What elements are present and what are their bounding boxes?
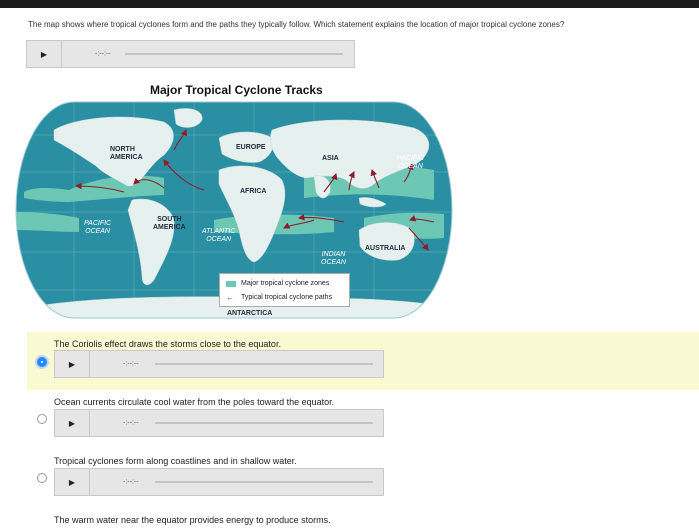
choice-1-radio[interactable] [37, 357, 47, 367]
label-africa: AFRICA [240, 188, 267, 195]
audio-time: -:--:-- [123, 360, 139, 368]
path-arrow-icon: ← [226, 292, 234, 302]
label-pacific-ocean-left: PACIFIC OCEAN [84, 220, 112, 235]
label-asia: ASIA [322, 155, 339, 162]
audio-time: -:--:-- [123, 419, 139, 427]
audio-progress-track[interactable] [155, 363, 373, 365]
legend-paths-label: Typical tropical cyclone paths [241, 294, 333, 301]
audio-time: -:--:-- [123, 478, 139, 486]
legend-zones-label: Major tropical cyclone zones [241, 280, 330, 287]
audio-progress-track[interactable] [125, 53, 343, 55]
label-atlantic-ocean: ATLANTIC OCEAN [202, 228, 236, 243]
choice-3-audio-player[interactable]: ▶ -:--:-- [54, 468, 384, 496]
map-title: Major Tropical Cyclone Tracks [150, 83, 323, 97]
choice-3-text[interactable]: Tropical cyclones form along coastlines … [54, 456, 297, 466]
audio-progress-track[interactable] [155, 481, 373, 483]
choice-2-radio[interactable] [37, 414, 47, 424]
label-europe: EUROPE [236, 144, 266, 151]
map-legend: Major tropical cyclone zones ← Typical t… [219, 273, 350, 307]
choice-2-audio-player[interactable]: ▶ -:--:-- [54, 409, 384, 437]
choice-1-audio-player[interactable]: ▶ -:--:-- [54, 350, 384, 378]
choice-1-text[interactable]: The Coriolis effect draws the storms clo… [54, 339, 281, 349]
label-south-america: SOUTH AMERICA [153, 216, 186, 231]
label-antarctica: ANTARCTICA [227, 310, 273, 317]
question-text: The map shows where tropical cyclones fo… [28, 20, 565, 29]
label-north-america: NORTH AMERICA [110, 146, 143, 161]
play-icon[interactable]: ▶ [27, 41, 62, 67]
choice-2-text[interactable]: Ocean currents circulate cool water from… [54, 397, 334, 407]
label-pacific-ocean-right: PACIFIC OCEAN [397, 155, 425, 170]
play-icon[interactable]: ▶ [55, 469, 90, 495]
audio-time: -:--:-- [95, 50, 111, 58]
choice-4-text[interactable]: The warm water near the equator provides… [54, 515, 331, 525]
question-audio-player[interactable]: ▶ -:--:-- [26, 40, 355, 68]
zone-swatch-icon [226, 280, 236, 287]
choice-3-radio[interactable] [37, 473, 47, 483]
play-icon[interactable]: ▶ [55, 410, 90, 436]
play-icon[interactable]: ▶ [55, 351, 90, 377]
audio-progress-track[interactable] [155, 422, 373, 424]
label-indian-ocean: INDIAN OCEAN [321, 251, 346, 266]
top-bar [0, 0, 699, 8]
label-australia: AUSTRALIA [365, 245, 406, 252]
